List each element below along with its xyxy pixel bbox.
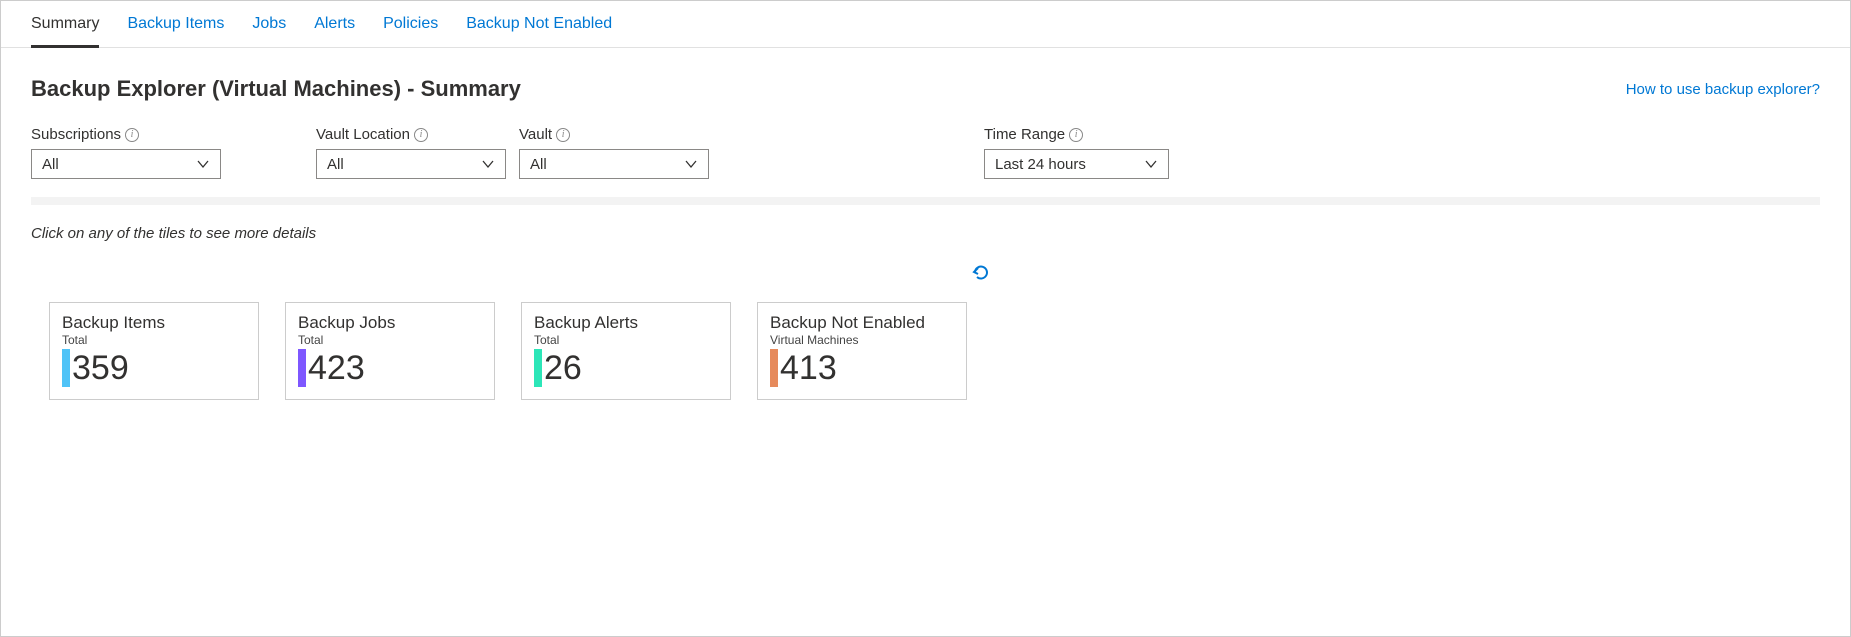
info-icon[interactable]: i bbox=[1069, 128, 1083, 142]
undo-area bbox=[1, 242, 1850, 302]
tab-bar: Summary Backup Items Jobs Alerts Policie… bbox=[1, 1, 1850, 48]
tab-backup-items[interactable]: Backup Items bbox=[127, 15, 224, 48]
tile-sub: Total bbox=[534, 333, 718, 347]
tile-value-row: 413 bbox=[770, 349, 954, 387]
tile-value-row: 423 bbox=[298, 349, 482, 387]
tab-jobs[interactable]: Jobs bbox=[252, 15, 286, 48]
tile-accent-bar bbox=[534, 349, 542, 387]
filter-bar: Subscriptions i All Vault Location i All bbox=[1, 102, 1850, 197]
filter-subscriptions: Subscriptions i All bbox=[31, 126, 221, 179]
info-icon[interactable]: i bbox=[125, 128, 139, 142]
select-value: All bbox=[327, 156, 344, 173]
select-value: All bbox=[530, 156, 547, 173]
info-icon[interactable]: i bbox=[556, 128, 570, 142]
help-link[interactable]: How to use backup explorer? bbox=[1626, 81, 1820, 98]
undo-icon[interactable] bbox=[970, 262, 992, 287]
tab-alerts[interactable]: Alerts bbox=[314, 15, 355, 48]
tile-accent-bar bbox=[298, 349, 306, 387]
chevron-down-icon bbox=[196, 157, 210, 171]
label-text: Time Range bbox=[984, 126, 1065, 143]
tile-backup-not-enabled[interactable]: Backup Not Enabled Virtual Machines 413 bbox=[757, 302, 967, 400]
filter-vault: Vault i All bbox=[519, 126, 709, 179]
hint-text: Click on any of the tiles to see more de… bbox=[1, 205, 1850, 242]
vault-location-select[interactable]: All bbox=[316, 149, 506, 179]
label-text: Vault bbox=[519, 126, 552, 143]
tile-value: 423 bbox=[308, 351, 365, 385]
tab-policies[interactable]: Policies bbox=[383, 15, 438, 48]
label-text: Vault Location bbox=[316, 126, 410, 143]
tiles-row: Backup Items Total 359 Backup Jobs Total… bbox=[1, 302, 1850, 400]
tile-value: 26 bbox=[544, 351, 582, 385]
divider bbox=[31, 197, 1820, 205]
info-icon[interactable]: i bbox=[414, 128, 428, 142]
filter-time-range-label: Time Range i bbox=[984, 126, 1169, 143]
chevron-down-icon bbox=[1144, 157, 1158, 171]
tile-value: 413 bbox=[780, 351, 837, 385]
tile-accent-bar bbox=[62, 349, 70, 387]
tile-value-row: 26 bbox=[534, 349, 718, 387]
filter-time-range: Time Range i Last 24 hours bbox=[984, 126, 1169, 179]
chevron-down-icon bbox=[684, 157, 698, 171]
tile-backup-items[interactable]: Backup Items Total 359 bbox=[49, 302, 259, 400]
filter-subscriptions-label: Subscriptions i bbox=[31, 126, 221, 143]
tile-sub: Virtual Machines bbox=[770, 333, 954, 347]
tab-summary[interactable]: Summary bbox=[31, 15, 99, 48]
tab-backup-not-enabled[interactable]: Backup Not Enabled bbox=[466, 15, 612, 48]
select-value: All bbox=[42, 156, 59, 173]
chevron-down-icon bbox=[481, 157, 495, 171]
tile-accent-bar bbox=[770, 349, 778, 387]
page-title: Backup Explorer (Virtual Machines) - Sum… bbox=[31, 76, 521, 102]
tile-title: Backup Not Enabled bbox=[770, 313, 954, 333]
tile-sub: Total bbox=[298, 333, 482, 347]
header-row: Backup Explorer (Virtual Machines) - Sum… bbox=[1, 48, 1850, 102]
vault-select[interactable]: All bbox=[519, 149, 709, 179]
tile-title: Backup Items bbox=[62, 313, 246, 333]
subscriptions-select[interactable]: All bbox=[31, 149, 221, 179]
tile-title: Backup Alerts bbox=[534, 313, 718, 333]
tile-value-row: 359 bbox=[62, 349, 246, 387]
label-text: Subscriptions bbox=[31, 126, 121, 143]
tile-title: Backup Jobs bbox=[298, 313, 482, 333]
tile-value: 359 bbox=[72, 351, 129, 385]
filter-vault-location: Vault Location i All bbox=[316, 126, 506, 179]
main-container: Summary Backup Items Jobs Alerts Policie… bbox=[0, 0, 1851, 637]
tile-backup-jobs[interactable]: Backup Jobs Total 423 bbox=[285, 302, 495, 400]
filter-vault-location-label: Vault Location i bbox=[316, 126, 506, 143]
filter-vault-label: Vault i bbox=[519, 126, 709, 143]
tile-backup-alerts[interactable]: Backup Alerts Total 26 bbox=[521, 302, 731, 400]
select-value: Last 24 hours bbox=[995, 156, 1086, 173]
tile-sub: Total bbox=[62, 333, 246, 347]
time-range-select[interactable]: Last 24 hours bbox=[984, 149, 1169, 179]
